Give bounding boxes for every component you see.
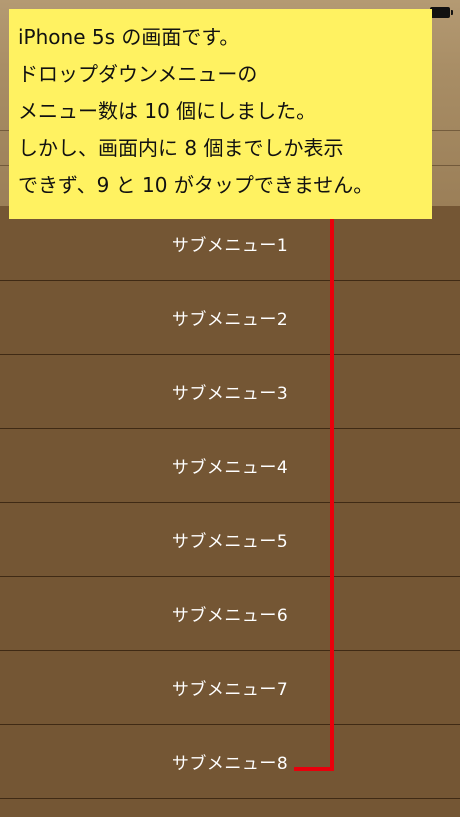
battery-icon	[430, 7, 453, 18]
submenu-item-4[interactable]: サブメニュー4	[0, 429, 460, 503]
annotation-line-2: ドロップダウンメニューの	[18, 62, 258, 86]
submenu-item-5[interactable]: サブメニュー5	[0, 503, 460, 577]
submenu-item-6[interactable]: サブメニュー6	[0, 577, 460, 651]
submenu-item-8[interactable]: サブメニュー8	[0, 725, 460, 799]
annotation-line-5: できず、9 と 10 がタップできません。	[18, 173, 374, 197]
annotation-box: iPhone 5s の画面です。 ドロップダウンメニューの メニュー数は 10 …	[9, 9, 432, 219]
submenu-item-2[interactable]: サブメニュー2	[0, 281, 460, 355]
annotation-line-3: メニュー数は 10 個にしました。	[18, 99, 317, 123]
submenu-item-7[interactable]: サブメニュー7	[0, 651, 460, 725]
dropdown-menu: サブメニュー1 サブメニュー2 サブメニュー3 サブメニュー4 サブメニュー5 …	[0, 206, 460, 799]
annotation-line-1: iPhone 5s の画面です。	[18, 25, 240, 49]
submenu-item-3[interactable]: サブメニュー3	[0, 355, 460, 429]
annotation-line-4: しかし、画面内に 8 個までしか表示	[18, 136, 344, 160]
